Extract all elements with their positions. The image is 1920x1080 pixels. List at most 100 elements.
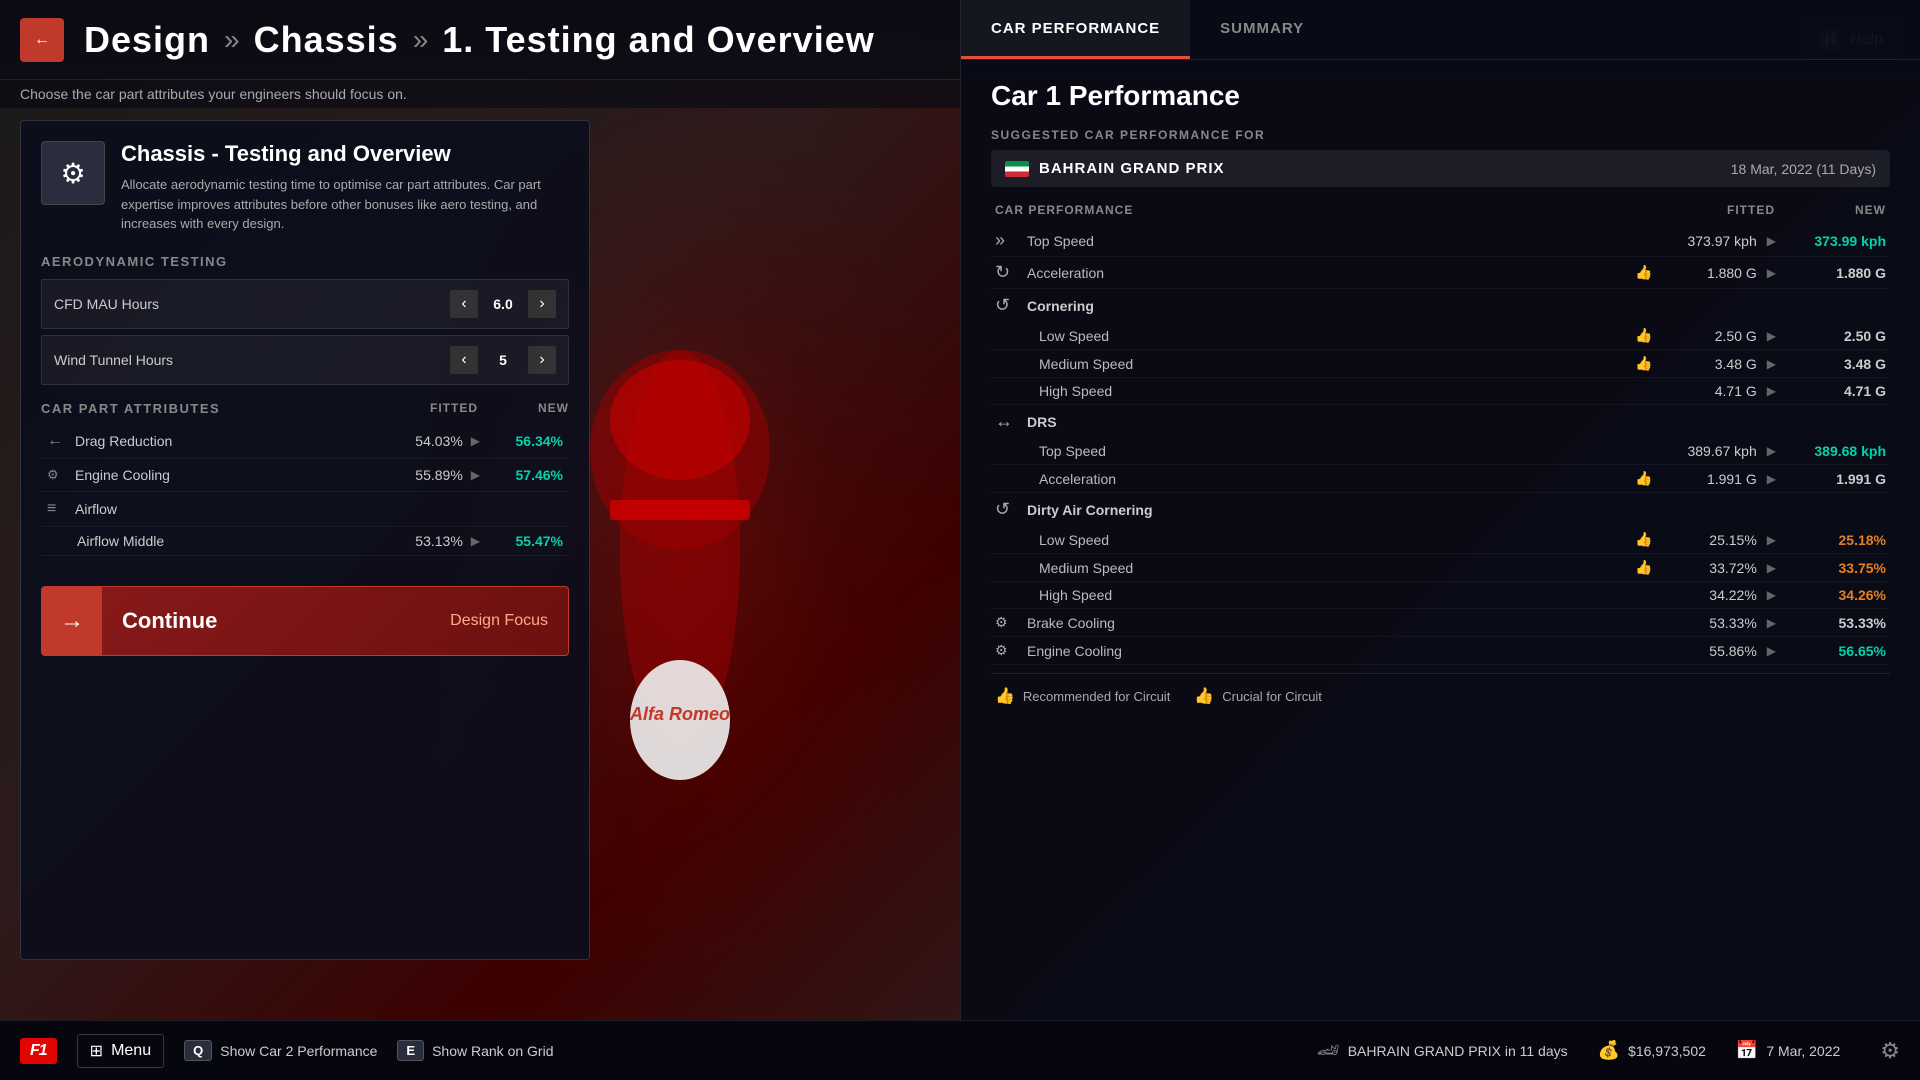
perf-table-header: CAR PERFORMANCE FITTED NEW <box>991 203 1890 217</box>
da-high-row: High Speed 34.22% ▶ 34.26% <box>991 582 1890 609</box>
engine-cool2-arrow: ▶ <box>1767 644 1776 658</box>
drs-top-arrow: ▶ <box>1767 444 1776 458</box>
drag-fitted: 54.03% <box>388 433 463 449</box>
da-med-arrow: ▶ <box>1767 561 1776 575</box>
drs-top-row: Top Speed 389.67 kph ▶ 389.68 kph <box>991 438 1890 465</box>
cornering-low-thumb: 👍 <box>1635 327 1652 344</box>
attrs-header: CAR PART ATTRIBUTES FITTED NEW <box>41 401 569 416</box>
calendar-icon: 📅 <box>1736 1040 1758 1061</box>
cornering-high-row: High Speed 4.71 G ▶ 4.71 G <box>991 378 1890 405</box>
attr-airflow-mid-row: Airflow Middle 53.13% ▶ 55.47% <box>41 527 569 556</box>
recommended-icon: 👍 <box>995 686 1015 706</box>
money-item: 💰 $16,973,502 <box>1598 1040 1706 1061</box>
da-med-thumb: 👍 <box>1635 559 1652 576</box>
continue-button[interactable]: → Continue Design Focus <box>41 586 569 656</box>
drag-icon: ← <box>47 432 75 450</box>
car-perf-title: Car 1 Performance <box>991 80 1890 112</box>
wind-slider-row: Wind Tunnel Hours ‹ 5 › <box>41 335 569 385</box>
perf-top-speed-row: » Top Speed 373.97 kph ▶ 373.99 kph <box>991 225 1890 257</box>
da-high-arrow: ▶ <box>1767 588 1776 602</box>
da-med-row: Medium Speed 👍 33.72% ▶ 33.75% <box>991 554 1890 582</box>
cornering-high-new: 4.71 G <box>1786 383 1886 399</box>
panel-header: ⚙ Chassis - Testing and Overview Allocat… <box>41 141 569 234</box>
drs-accel-row: Acceleration 👍 1.991 G ▶ 1.991 G <box>991 465 1890 493</box>
tab-summary[interactable]: SUMMARY <box>1190 0 1334 59</box>
attr-engine-row: ⚙ Engine Cooling 55.89% ▶ 57.46% <box>41 459 569 492</box>
shortcut-grid: E Show Rank on Grid <box>397 1040 553 1061</box>
settings-button[interactable]: ⚙ <box>1880 1038 1900 1064</box>
da-low-row: Low Speed 👍 25.15% ▶ 25.18% <box>991 526 1890 554</box>
perf-acceleration-row: ↻ Acceleration 👍 1.880 G ▶ 1.880 G <box>991 257 1890 289</box>
breadcrumb-sep1: » <box>224 24 240 56</box>
grand-prix-row: BAHRAIN GRAND PRIX 18 Mar, 2022 (11 Days… <box>991 150 1890 187</box>
wind-increment-button[interactable]: › <box>528 346 556 374</box>
car2-label: Show Car 2 Performance <box>220 1043 377 1059</box>
cornering-high-name: High Speed <box>995 383 1637 399</box>
gp-info-text: BAHRAIN GRAND PRIX in 11 days <box>1348 1043 1568 1059</box>
engine-cool2-new: 56.65% <box>1786 643 1886 659</box>
breadcrumb-sep2: » <box>413 24 429 56</box>
drs-top-fitted: 389.67 kph <box>1657 443 1757 459</box>
drs-accel-fitted: 1.991 G <box>1657 471 1757 487</box>
cornering-low-new: 2.50 G <box>1786 328 1886 344</box>
gp-name: BAHRAIN GRAND PRIX <box>1039 160 1225 177</box>
svg-text:Alfa Romeo: Alfa Romeo <box>629 704 730 724</box>
cfd-decrement-button[interactable]: ‹ <box>450 290 478 318</box>
chassis-icon: ⚙ <box>60 157 85 190</box>
engine-arrow: ▶ <box>471 468 480 482</box>
cornering-low-fitted: 2.50 G <box>1657 328 1757 344</box>
acceleration-icon: ↻ <box>995 262 1019 283</box>
grid-label: Show Rank on Grid <box>432 1043 553 1059</box>
shortcut-group: Q Show Car 2 Performance E Show Rank on … <box>184 1040 553 1061</box>
wind-decrement-button[interactable]: ‹ <box>450 346 478 374</box>
menu-button[interactable]: ⊞ Menu <box>77 1034 164 1068</box>
drs-icon: ↔ <box>995 411 1019 432</box>
top-speed-arrow: ▶ <box>1767 234 1776 248</box>
panel-header-text: Chassis - Testing and Overview Allocate … <box>121 141 569 234</box>
gp-date: 18 Mar, 2022 (11 Days) <box>1731 161 1876 177</box>
panel-description: Allocate aerodynamic testing time to opt… <box>121 175 569 234</box>
legend-recommended: 👍 Recommended for Circuit <box>995 686 1170 706</box>
breadcrumb-design: Design <box>84 19 210 61</box>
brake-cool-arrow: ▶ <box>1767 616 1776 630</box>
top-speed-fitted: 373.97 kph <box>1657 233 1757 249</box>
new-col-label: NEW <box>538 401 569 415</box>
brake-cool-new: 53.33% <box>1786 615 1886 631</box>
legend-row: 👍 Recommended for Circuit 👍 Crucial for … <box>991 673 1890 706</box>
airflow-name: Airflow <box>75 501 397 517</box>
cfd-slider-row: CFD MAU Hours ‹ 6.0 › <box>41 279 569 329</box>
attr-drag-row: ← Drag Reduction 54.03% ▶ 56.34% <box>41 424 569 459</box>
drs-accel-thumb: 👍 <box>1635 470 1652 487</box>
subtitle-text: Choose the car part attributes your engi… <box>20 86 407 102</box>
da-med-new: 33.75% <box>1786 560 1886 576</box>
brake-cool-icon: ⚙ <box>995 614 1019 631</box>
new-header: NEW <box>1855 203 1886 217</box>
back-button[interactable]: ← <box>20 18 64 62</box>
drag-name: Drag Reduction <box>75 433 388 449</box>
bahrain-flag-icon <box>1005 161 1029 177</box>
da-low-fitted: 25.15% <box>1657 532 1757 548</box>
da-med-name: Medium Speed <box>995 560 1635 576</box>
perf-label-header: CAR PERFORMANCE <box>995 203 1133 217</box>
cornering-low-name: Low Speed <box>995 328 1635 344</box>
crucial-label: Crucial for Circuit <box>1222 689 1322 704</box>
top-speed-new: 373.99 kph <box>1786 233 1886 249</box>
top-speed-icon: » <box>995 230 1019 251</box>
da-low-thumb: 👍 <box>1635 531 1652 548</box>
right-content: Car 1 Performance SUGGESTED CAR PERFORMA… <box>961 60 1920 726</box>
cornering-med-fitted: 3.48 G <box>1657 356 1757 372</box>
cfd-value: 6.0 <box>478 296 528 312</box>
legend-crucial: 👍 Crucial for Circuit <box>1194 686 1322 706</box>
cornering-high-arrow: ▶ <box>1767 384 1776 398</box>
top-speed-name: Top Speed <box>1019 233 1657 249</box>
brake-cool-name: Brake Cooling <box>1019 615 1637 631</box>
wind-value: 5 <box>478 352 528 368</box>
cfd-increment-button[interactable]: › <box>528 290 556 318</box>
menu-grid-icon: ⊞ <box>90 1041 103 1061</box>
da-low-new: 25.18% <box>1786 532 1886 548</box>
tab-car-performance[interactable]: CAR PERFORMANCE <box>961 0 1190 59</box>
engine-cool2-row: ⚙ Engine Cooling 55.86% ▶ 56.65% <box>991 637 1890 665</box>
date-text: 7 Mar, 2022 <box>1766 1043 1840 1059</box>
acceleration-new: 1.880 G <box>1786 265 1886 281</box>
engine-cool2-fitted: 55.86% <box>1657 643 1757 659</box>
